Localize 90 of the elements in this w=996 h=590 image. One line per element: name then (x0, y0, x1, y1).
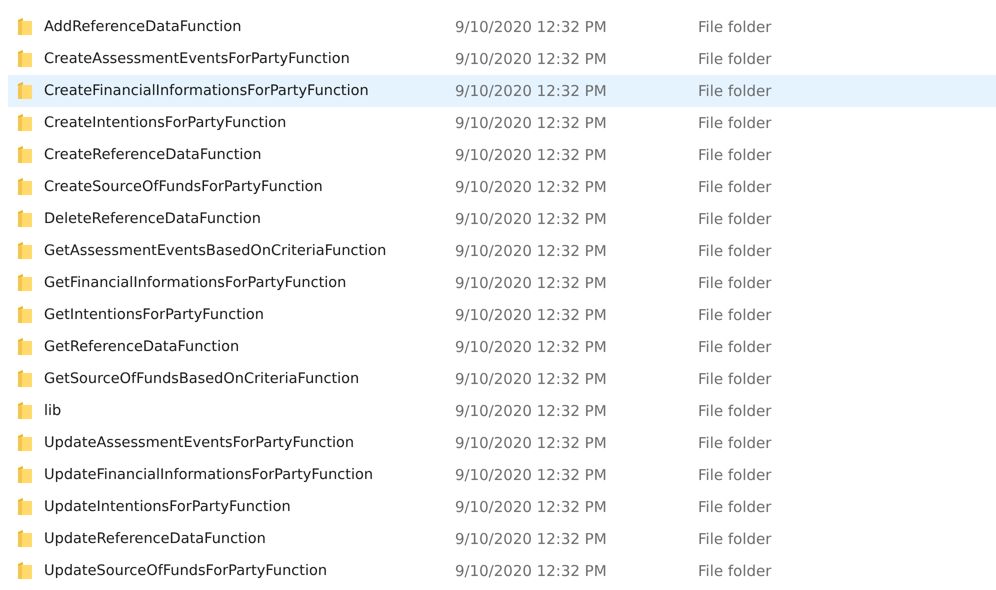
date-modified: 9/10/2020 12:32 PM (455, 370, 608, 388)
folder-icon (17, 210, 33, 228)
date-modified: 9/10/2020 12:32 PM (455, 498, 608, 516)
folder-icon (17, 434, 33, 452)
folder-icon (17, 370, 33, 388)
file-row[interactable]: GetIntentionsForPartyFunction 9/10/2020 12:32 PM File folder (8, 299, 996, 331)
file-row[interactable]: UpdateReferenceDataFunction 9/10/2020 12:32 PM File folder (8, 523, 996, 555)
file-type: File folder (698, 306, 772, 324)
date-modified: 9/10/2020 12:32 PM (455, 114, 608, 132)
file-row[interactable]: CreateAssessmentEventsForPartyFunction 9/10/2020 12:32 PM File folder (8, 43, 996, 75)
file-row[interactable]: lib 9/10/2020 12:32 PM File folder (8, 395, 996, 427)
file-type: File folder (698, 242, 772, 260)
file-name: UpdateAssessmentEventsForPartyFunction (44, 435, 356, 451)
file-type: File folder (698, 274, 772, 292)
file-row[interactable]: GetAssessmentEventsBasedOnCriteriaFunction 9/10/2020 12:32 PM File folder (8, 235, 996, 267)
file-row[interactable]: CreateFinancialInformationsForPartyFunction 9/10/2020 12:32 PM File folder (8, 75, 996, 107)
file-type: File folder (698, 498, 772, 516)
folder-icon (17, 274, 33, 292)
file-name: lib (44, 403, 62, 419)
folder-icon (17, 562, 33, 580)
file-type: File folder (698, 562, 772, 580)
folder-icon (17, 146, 33, 164)
date-modified: 9/10/2020 12:32 PM (455, 50, 608, 68)
file-name: GetAssessmentEventsBasedOnCriteriaFunction (44, 243, 388, 259)
folder-icon (17, 178, 33, 196)
date-modified: 9/10/2020 12:32 PM (455, 402, 608, 420)
date-modified: 9/10/2020 12:32 PM (455, 242, 608, 260)
file-name: AddReferenceDataFunction (44, 19, 242, 35)
file-name: CreateAssessmentEventsForPartyFunction (44, 51, 351, 67)
file-name: CreateReferenceDataFunction (44, 147, 262, 163)
file-name: UpdateIntentionsForPartyFunction (44, 499, 292, 515)
file-type: File folder (698, 530, 772, 548)
file-type: File folder (698, 402, 772, 420)
folder-icon (17, 338, 33, 356)
file-name: UpdateSourceOfFundsForPartyFunction (44, 563, 328, 579)
file-name: DeleteReferenceDataFunction (44, 211, 262, 227)
date-modified: 9/10/2020 12:32 PM (455, 338, 608, 356)
file-type: File folder (698, 82, 772, 100)
file-row[interactable]: CreateIntentionsForPartyFunction 9/10/2020 12:32 PM File folder (8, 107, 996, 139)
file-row[interactable]: UpdateFinancialInformationsForPartyFunction 9/10/2020 12:32 PM File folder (8, 459, 996, 491)
file-type: File folder (698, 338, 772, 356)
file-name: GetReferenceDataFunction (44, 339, 240, 355)
date-modified: 9/10/2020 12:32 PM (455, 178, 608, 196)
folder-icon (17, 498, 33, 516)
date-modified: 9/10/2020 12:32 PM (455, 530, 608, 548)
file-type: File folder (698, 18, 772, 36)
folder-icon (17, 18, 33, 36)
date-modified: 9/10/2020 12:32 PM (455, 306, 608, 324)
file-row[interactable]: DeleteReferenceDataFunction 9/10/2020 12:32 PM File folder (8, 203, 996, 235)
file-name: CreateFinancialInformationsForPartyFunction (44, 83, 370, 99)
folder-icon (17, 242, 33, 260)
file-row[interactable]: GetSourceOfFundsBasedOnCriteriaFunction 9/10/2020 12:32 PM File folder (8, 363, 996, 395)
file-name: CreateSourceOfFundsForPartyFunction (44, 179, 324, 195)
file-type: File folder (698, 466, 772, 484)
file-type: File folder (698, 370, 772, 388)
file-row[interactable]: GetReferenceDataFunction 9/10/2020 12:32 PM File folder (8, 331, 996, 363)
file-type: File folder (698, 178, 772, 196)
file-row[interactable]: UpdateIntentionsForPartyFunction 9/10/2020 12:32 PM File folder (8, 491, 996, 523)
file-type: File folder (698, 210, 772, 228)
file-row[interactable]: GetFinancialInformationsForPartyFunction 9/10/2020 12:32 PM File folder (8, 267, 996, 299)
folder-icon (17, 530, 33, 548)
file-row[interactable]: UpdateAssessmentEventsForPartyFunction 9/10/2020 12:32 PM File folder (8, 427, 996, 459)
date-modified: 9/10/2020 12:32 PM (455, 274, 608, 292)
file-name: CreateIntentionsForPartyFunction (44, 115, 288, 131)
folder-icon (17, 114, 33, 132)
date-modified: 9/10/2020 12:32 PM (455, 210, 608, 228)
folder-icon (17, 82, 33, 100)
date-modified: 9/10/2020 12:32 PM (455, 466, 608, 484)
file-type: File folder (698, 114, 772, 132)
file-name: UpdateFinancialInformationsForPartyFunction (44, 467, 374, 483)
folder-icon (17, 306, 33, 324)
file-row[interactable]: CreateSourceOfFundsForPartyFunction 9/10/2020 12:32 PM File folder (8, 171, 996, 203)
file-row[interactable]: AddReferenceDataFunction 9/10/2020 12:32 PM File folder (8, 11, 996, 43)
folder-icon (17, 50, 33, 68)
date-modified: 9/10/2020 12:32 PM (455, 82, 608, 100)
file-name: GetFinancialInformationsForPartyFunction (44, 275, 348, 291)
file-name: GetSourceOfFundsBasedOnCriteriaFunction (44, 371, 360, 387)
file-name: GetIntentionsForPartyFunction (44, 307, 265, 323)
date-modified: 9/10/2020 12:32 PM (455, 18, 608, 36)
folder-icon (17, 402, 33, 420)
date-modified: 9/10/2020 12:32 PM (455, 146, 608, 164)
file-type: File folder (698, 434, 772, 452)
file-row[interactable]: UpdateSourceOfFundsForPartyFunction 9/10/2020 12:32 PM File folder (8, 555, 996, 587)
folder-icon (17, 466, 33, 484)
file-name: UpdateReferenceDataFunction (44, 531, 267, 547)
date-modified: 9/10/2020 12:32 PM (455, 434, 608, 452)
file-type: File folder (698, 146, 772, 164)
file-row[interactable]: CreateReferenceDataFunction 9/10/2020 12:32 PM File folder (8, 139, 996, 171)
date-modified: 9/10/2020 12:32 PM (455, 562, 608, 580)
file-type: File folder (698, 50, 772, 68)
